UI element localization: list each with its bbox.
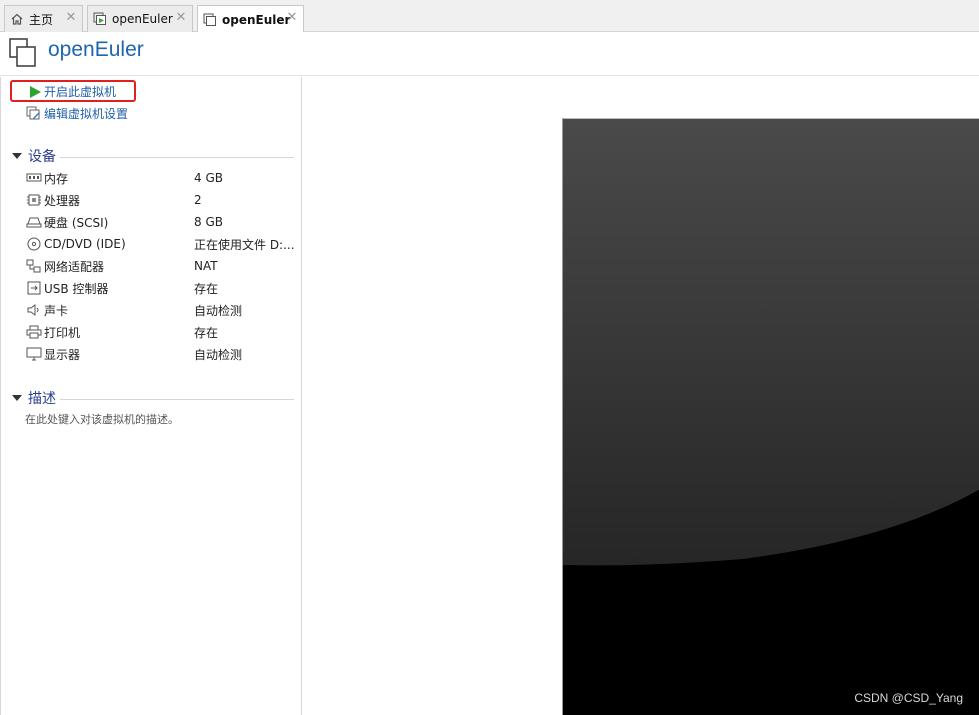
close-icon[interactable]: ✕ [65, 11, 77, 24]
device-row-memory[interactable]: 内存 4 GB [26, 167, 296, 189]
usb-icon [27, 281, 41, 295]
vm-summary-panel: 开启此虚拟机 编辑虚拟机设置 设备 内存 4 GB 处理器 2 硬盘 (SCSI… [0, 77, 302, 715]
printer-icon [26, 325, 42, 339]
play-icon [30, 86, 41, 98]
device-row-cpu[interactable]: 处理器 2 [26, 189, 296, 211]
device-row-cddvd[interactable]: CD/DVD (IDE) 正在使用文件 D:... [26, 233, 296, 255]
network-icon [26, 259, 41, 273]
device-list: 内存 4 GB 处理器 2 硬盘 (SCSI) 8 GB CD/DVD (IDE… [26, 167, 296, 365]
vm-screen-thumbnail[interactable] [562, 118, 979, 715]
page-title: openEuler [48, 38, 144, 61]
device-row-harddisk[interactable]: 硬盘 (SCSI) 8 GB [26, 211, 296, 233]
monitor-icon [26, 347, 42, 361]
memory-icon [26, 173, 42, 182]
edit-settings-icon [26, 106, 40, 119]
home-icon [11, 13, 23, 25]
cd-icon [27, 237, 41, 251]
vm-running-icon [93, 12, 106, 25]
sound-icon [27, 304, 39, 316]
start-vm-button[interactable]: 开启此虚拟机 [10, 80, 136, 102]
device-row-usb[interactable]: USB 控制器 存在 [26, 277, 296, 299]
tab-bar: 主页 ✕ openEuler ✕ openEuler ✕ [0, 0, 979, 33]
collapse-triangle-icon [12, 395, 22, 401]
device-row-printer[interactable]: 打印机 存在 [26, 321, 296, 343]
collapse-triangle-icon [12, 153, 22, 159]
close-icon[interactable]: ✕ [286, 11, 298, 24]
tab-openeuler-1[interactable]: openEuler ✕ [87, 5, 193, 32]
vm-preview-area: CSDN @CSD_Yang [303, 77, 979, 715]
description-placeholder[interactable]: 在此处键入对该虚拟机的描述。 [25, 411, 179, 427]
vm-icon [9, 38, 36, 67]
vm-screen-image [563, 119, 979, 715]
edit-vm-settings-button[interactable]: 编辑虚拟机设置 [26, 104, 128, 122]
tab-openeuler-2[interactable]: openEuler ✕ [197, 5, 304, 33]
cpu-icon [27, 194, 41, 206]
device-row-monitor[interactable]: 显示器 自动检测 [26, 343, 296, 365]
vm-header: openEuler [0, 32, 979, 76]
vm-icon [203, 13, 216, 26]
description-section-header[interactable]: 描述 [12, 390, 294, 407]
tab-home[interactable]: 主页 ✕ [4, 5, 83, 32]
device-row-network[interactable]: 网络适配器 NAT [26, 255, 296, 277]
devices-section-header[interactable]: 设备 [12, 148, 294, 165]
watermark: CSDN @CSD_Yang [854, 691, 963, 705]
harddisk-icon [26, 217, 42, 228]
device-row-sound[interactable]: 声卡 自动检测 [26, 299, 296, 321]
close-icon[interactable]: ✕ [175, 11, 187, 24]
